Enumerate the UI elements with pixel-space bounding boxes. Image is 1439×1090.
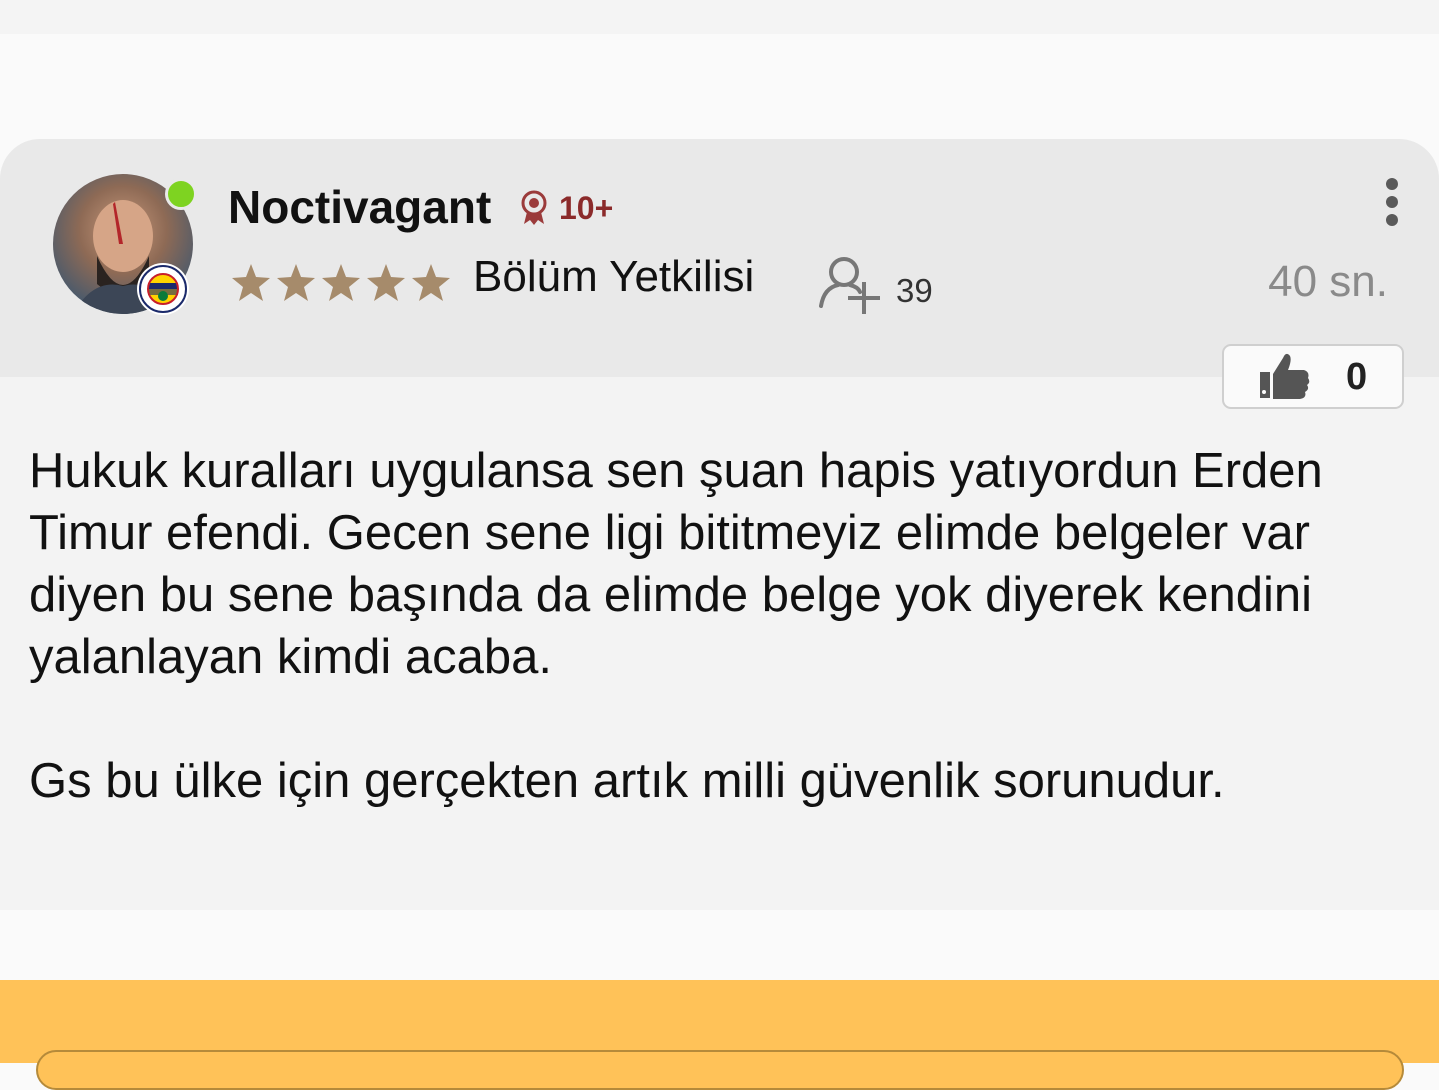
avatar[interactable] (53, 174, 197, 315)
username-link[interactable]: Noctivagant (228, 180, 491, 234)
thumbs-up-icon (1260, 353, 1310, 399)
add-user-icon[interactable] (818, 254, 884, 316)
online-status-dot (165, 178, 197, 210)
top-band (0, 0, 1439, 34)
rank-ribbon-icon (521, 190, 547, 225)
star-icon (232, 264, 270, 301)
comment-timestamp: 40 sn. (1268, 257, 1388, 306)
comment-paragraph: Gs bu ülke için gerçekten artık milli gü… (29, 754, 1225, 808)
rank-badge-count: 10+ (559, 190, 614, 226)
comment-paragraph: Hukuk kuralları uygulansa sen şuan hapis… (29, 444, 1323, 684)
more-vertical-icon[interactable] (1380, 178, 1404, 226)
like-button[interactable]: 0 (1222, 344, 1404, 409)
reply-input[interactable] (36, 1050, 1404, 1090)
like-count: 0 (1346, 356, 1368, 398)
star-icon (367, 264, 405, 301)
star-icon (322, 264, 360, 301)
comment-body: Hukuk kuralları uygulansa sen şuan hapis… (29, 440, 1409, 812)
team-badge-icon (137, 263, 189, 315)
star-icon (277, 264, 315, 301)
star-icon (412, 264, 450, 301)
user-role: Bölüm Yetkilisi (473, 252, 755, 301)
follower-count: 39 (896, 272, 933, 309)
star-rating (232, 264, 450, 301)
